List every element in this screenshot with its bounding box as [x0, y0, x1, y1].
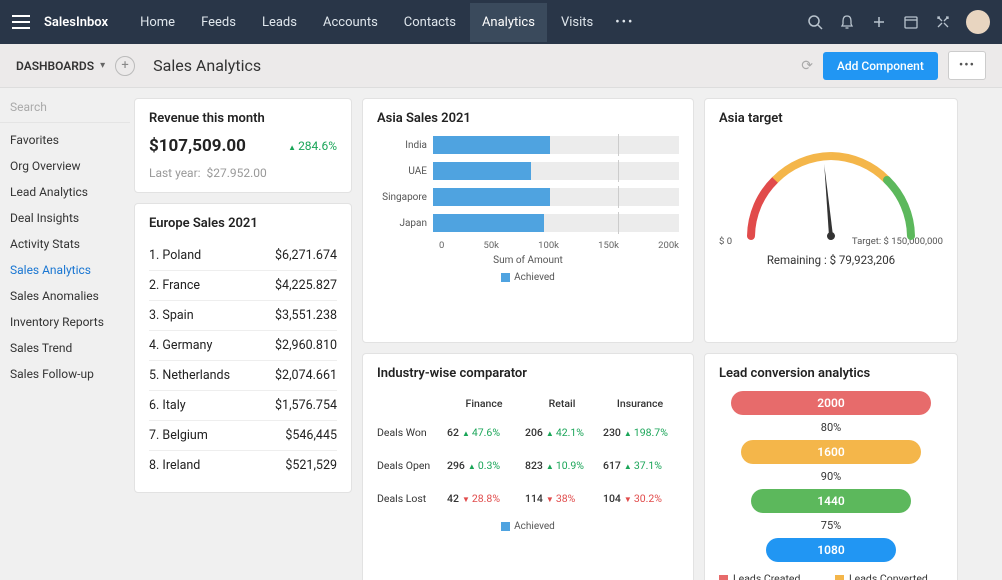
table-row: 8. Ireland$521,529 [149, 451, 337, 480]
industry-title: Industry-wise comparator [377, 366, 679, 381]
sidebar-item[interactable]: Favorites [0, 127, 130, 153]
metric-cell: 11438% [523, 482, 601, 515]
funnel-stage: 1440 [751, 489, 911, 513]
europe-title: Europe Sales 2021 [149, 216, 337, 231]
calendar-icon[interactable] [902, 13, 920, 31]
sidebar-item[interactable]: Inventory Reports [0, 309, 130, 335]
nav-link-leads[interactable]: Leads [250, 3, 309, 42]
dashboards-dropdown[interactable]: DASHBOARDS [16, 59, 94, 73]
gauge-remaining: Remaining : $ 79,923,206 [719, 253, 943, 267]
table-row: 6. Italy$1,576.754 [149, 391, 337, 421]
asia-title: Asia Sales 2021 [377, 111, 679, 126]
row-label: Deals Open [377, 449, 445, 482]
nav-link-contacts[interactable]: Contacts [392, 3, 468, 42]
metric-cell: 82310.9% [523, 449, 601, 482]
revenue-value: $107,509.00 [149, 136, 246, 156]
refresh-icon[interactable]: ⟳ [801, 58, 813, 74]
chevron-down-icon[interactable]: ▾ [100, 60, 105, 71]
table-row: 3. Spain$3,551.238 [149, 301, 337, 331]
nav-link-home[interactable]: Home [128, 3, 187, 42]
industry-legend: Achieved [377, 521, 679, 532]
metric-cell: 20642.1% [523, 416, 601, 449]
search-icon[interactable] [806, 13, 824, 31]
table-row: 1. Poland$6,271.674 [149, 241, 337, 271]
nav-link-analytics[interactable]: Analytics [470, 3, 547, 42]
add-component-button[interactable]: Add Component [823, 52, 938, 80]
sidebar-item[interactable]: Sales Follow-up [0, 361, 130, 387]
metric-cell: 2960.3% [445, 449, 523, 482]
nav-link-visits[interactable]: Visits [549, 3, 605, 42]
industry-card: Industry-wise comparator FinanceRetailIn… [362, 353, 694, 580]
sidebar-item[interactable]: Deal Insights [0, 205, 130, 231]
sidebar-item[interactable]: Sales Trend [0, 335, 130, 361]
page-title: Sales Analytics [153, 56, 261, 75]
sidebar-item[interactable]: Sales Anomalies [0, 283, 130, 309]
col-header: Finance [445, 391, 523, 416]
bar-row: UAE [377, 162, 679, 180]
funnel-pct: 90% [719, 470, 943, 483]
sidebar-item[interactable]: Org Overview [0, 153, 130, 179]
sidebar-search[interactable]: Search [0, 96, 130, 123]
funnel-stage: 2000 [731, 391, 931, 415]
table-row: 2. France$4,225.827 [149, 271, 337, 301]
row-label: Deals Lost [377, 482, 445, 515]
revenue-card: Revenue this month $107,509.00 284.6% La… [134, 98, 352, 193]
legend-item: Leads Created [719, 572, 827, 580]
metric-cell: 6247.6% [445, 416, 523, 449]
more-button[interactable]: ••• [948, 51, 986, 80]
col-header: Retail [523, 391, 601, 416]
nav-links: HomeFeedsLeadsAccountsContactsAnalyticsV… [128, 3, 605, 42]
metric-cell: 61737.1% [601, 449, 679, 482]
bar-row: Singapore [377, 188, 679, 206]
metric-cell: 230198.7% [601, 416, 679, 449]
sidebar: Search FavoritesOrg OverviewLead Analyti… [0, 88, 130, 580]
asia-legend: Achieved [377, 272, 679, 283]
table-row: 7. Belgium$546,445 [149, 421, 337, 451]
bell-icon[interactable] [838, 13, 856, 31]
revenue-title: Revenue this month [149, 111, 337, 126]
menu-icon[interactable] [12, 15, 30, 29]
funnel-stage: 1080 [766, 538, 896, 562]
europe-card: Europe Sales 2021 1. Poland$6,271.6742. … [134, 203, 352, 493]
asia-xlabel: Sum of Amount [377, 255, 679, 266]
bar-row: India [377, 136, 679, 154]
revenue-pct: 284.6% [288, 139, 337, 153]
row-label: Deals Won [377, 416, 445, 449]
nav-link-accounts[interactable]: Accounts [311, 3, 390, 42]
add-dashboard-button[interactable]: + [115, 56, 135, 76]
revenue-lastyear: Last year: $27.952.00 [149, 166, 337, 180]
top-nav: SalesInbox HomeFeedsLeadsAccountsContact… [0, 0, 1002, 44]
plus-icon[interactable] [870, 13, 888, 31]
table-row: 4. Germany$2,960.810 [149, 331, 337, 361]
lead-title: Lead conversion analytics [719, 366, 943, 381]
lead-card: Lead conversion analytics 2000 80% 1600 90%… [704, 353, 958, 580]
brand-label: SalesInbox [44, 15, 108, 30]
sub-header: DASHBOARDS ▾ + Sales Analytics ⟳ Add Com… [0, 44, 1002, 88]
nav-link-feeds[interactable]: Feeds [189, 3, 248, 42]
funnel-stage: 1600 [741, 440, 921, 464]
funnel-pct: 75% [719, 519, 943, 532]
bar-row: Japan [377, 214, 679, 232]
asia-target-card: Asia target $ 0 Target: $ 150,000,000 Re [704, 98, 958, 343]
target-title: Asia target [719, 111, 943, 126]
funnel-pct: 80% [719, 421, 943, 434]
asia-sales-card: Asia Sales 2021 IndiaUAESingaporeJapan 0… [362, 98, 694, 343]
sidebar-item[interactable]: Sales Analytics [0, 257, 130, 283]
metric-cell: 10430.2% [601, 482, 679, 515]
table-row: 5. Netherlands$2,074.661 [149, 361, 337, 391]
metric-cell: 4228.8% [445, 482, 523, 515]
sidebar-item[interactable]: Activity Stats [0, 231, 130, 257]
tools-icon[interactable] [934, 13, 952, 31]
legend-item: Leads Converted [835, 572, 943, 580]
gauge [731, 136, 931, 236]
avatar[interactable] [966, 10, 990, 34]
nav-more[interactable]: ••• [605, 3, 644, 42]
sidebar-item[interactable]: Lead Analytics [0, 179, 130, 205]
col-header: Insurance [601, 391, 679, 416]
